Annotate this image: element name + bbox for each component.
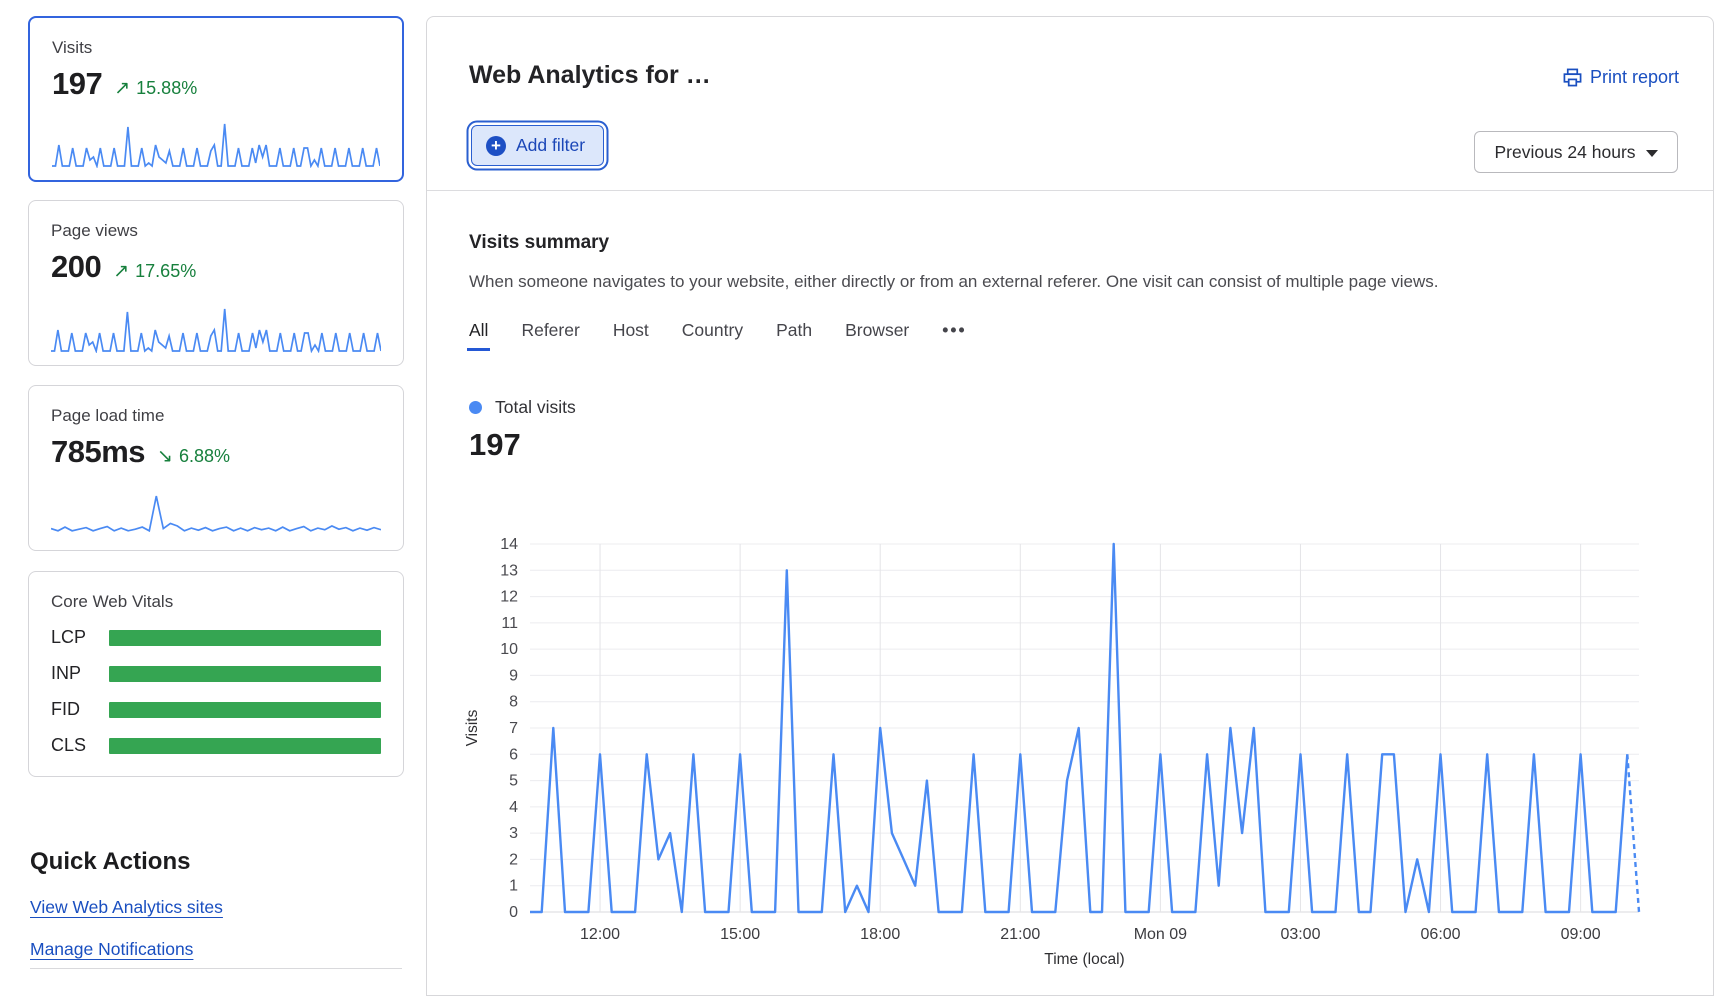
svg-text:21:00: 21:00 xyxy=(1000,926,1040,943)
cwv-label: LCP xyxy=(51,627,109,648)
metric-value: 197 xyxy=(52,66,102,102)
web-analytics-panel: Web Analytics for … Print report + Add f… xyxy=(426,16,1714,996)
cwv-row-inp: INP xyxy=(51,663,381,684)
plus-icon: + xyxy=(486,136,506,156)
cwv-bar-good xyxy=(109,630,381,646)
trend-down: ↘6.88% xyxy=(157,445,230,468)
core-web-vitals-title: Core Web Vitals xyxy=(51,592,381,612)
add-filter-button[interactable]: + Add filter xyxy=(471,125,604,166)
svg-text:9: 9 xyxy=(509,667,518,684)
svg-text:11: 11 xyxy=(501,615,518,632)
cwv-row-cls: CLS xyxy=(51,735,381,756)
cwv-bar-good xyxy=(109,702,381,718)
svg-text:2: 2 xyxy=(509,851,518,868)
cwv-row-fid: FID xyxy=(51,699,381,720)
section-title: Visits summary xyxy=(469,232,609,254)
svg-text:09:00: 09:00 xyxy=(1561,926,1601,943)
cwv-label: INP xyxy=(51,663,109,684)
sidebar: Visits 197 ↗15.88% Page views 200 ↗17.65… xyxy=(28,0,406,988)
svg-text:10: 10 xyxy=(500,641,518,658)
metric-value: 200 xyxy=(51,249,101,285)
cwv-bar-good xyxy=(109,738,381,754)
svg-text:15:00: 15:00 xyxy=(720,926,760,943)
svg-text:5: 5 xyxy=(509,773,518,790)
svg-text:Mon 09: Mon 09 xyxy=(1134,926,1187,943)
svg-text:18:00: 18:00 xyxy=(860,926,900,943)
metric-title: Page load time xyxy=(51,406,381,426)
tab-country[interactable]: Country xyxy=(682,320,743,351)
print-report-label: Print report xyxy=(1590,67,1679,88)
svg-text:12: 12 xyxy=(500,589,518,606)
metric-title: Visits xyxy=(52,38,380,58)
metric-value: 785ms xyxy=(51,434,145,470)
tab-path[interactable]: Path xyxy=(776,320,812,351)
cwv-bar-good xyxy=(109,666,381,682)
svg-text:4: 4 xyxy=(509,799,518,816)
tab-host[interactable]: Host xyxy=(613,320,649,351)
visits-line-chart: 0123456789101112131412:0015:0018:0021:00… xyxy=(455,517,1685,987)
svg-text:8: 8 xyxy=(509,694,518,711)
trend-up-icon: ↗ xyxy=(113,261,129,282)
trend-up: ↗15.88% xyxy=(114,77,197,100)
legend-label: Total visits xyxy=(495,397,576,418)
quick-actions-title: Quick Actions xyxy=(30,848,404,876)
chevron-down-icon xyxy=(1646,150,1658,157)
view-web-analytics-sites-link[interactable]: View Web Analytics sites xyxy=(30,897,404,918)
legend-dot-icon xyxy=(469,401,482,414)
core-web-vitals-card: Core Web Vitals LCP INP FID CLS xyxy=(28,571,404,777)
trend-up-icon: ↗ xyxy=(114,78,130,99)
total-visits-value: 197 xyxy=(469,427,521,463)
chart-legend: Total visits xyxy=(469,397,576,418)
svg-text:13: 13 xyxy=(500,562,518,579)
page-views-sparkline xyxy=(51,307,381,353)
printer-icon xyxy=(1563,68,1582,87)
tab-browser[interactable]: Browser xyxy=(845,320,909,351)
svg-text:Time (local): Time (local) xyxy=(1044,951,1124,968)
header-divider xyxy=(427,190,1713,191)
tab-more-icon[interactable]: ••• xyxy=(942,320,966,351)
metric-card-page-views[interactable]: Page views 200 ↗17.65% xyxy=(28,200,404,366)
visits-sparkline xyxy=(52,122,380,168)
page-load-sparkline xyxy=(51,492,381,538)
svg-text:7: 7 xyxy=(509,720,518,737)
dimension-tabs: All Referer Host Country Path Browser ••… xyxy=(469,320,967,351)
time-range-value: Previous 24 hours xyxy=(1494,142,1635,163)
svg-text:0: 0 xyxy=(509,904,518,921)
cwv-label: CLS xyxy=(51,735,109,756)
print-report-button[interactable]: Print report xyxy=(1563,67,1679,88)
add-filter-label: Add filter xyxy=(516,135,585,156)
svg-text:1: 1 xyxy=(509,878,518,895)
page-title: Web Analytics for … xyxy=(469,61,711,90)
svg-text:3: 3 xyxy=(509,825,518,842)
time-range-dropdown[interactable]: Previous 24 hours xyxy=(1474,131,1678,173)
svg-text:12:00: 12:00 xyxy=(580,926,620,943)
tab-all[interactable]: All xyxy=(469,320,488,351)
trend-down-icon: ↘ xyxy=(157,446,173,467)
tab-referer[interactable]: Referer xyxy=(521,320,579,351)
cwv-row-lcp: LCP xyxy=(51,627,381,648)
svg-text:03:00: 03:00 xyxy=(1280,926,1320,943)
svg-text:6: 6 xyxy=(509,746,518,763)
trend-up: ↗17.65% xyxy=(113,260,196,283)
metric-title: Page views xyxy=(51,221,381,241)
cwv-label: FID xyxy=(51,699,109,720)
quick-actions: Quick Actions View Web Analytics sites M… xyxy=(30,848,404,960)
svg-text:Visits: Visits xyxy=(464,709,481,746)
manage-notifications-link[interactable]: Manage Notifications xyxy=(30,939,404,960)
metric-card-visits[interactable]: Visits 197 ↗15.88% xyxy=(28,16,404,182)
svg-text:06:00: 06:00 xyxy=(1421,926,1461,943)
svg-text:14: 14 xyxy=(500,536,518,553)
sidebar-divider xyxy=(30,968,402,969)
section-description: When someone navigates to your website, … xyxy=(469,272,1649,292)
metric-card-page-load-time[interactable]: Page load time 785ms ↘6.88% xyxy=(28,385,404,551)
